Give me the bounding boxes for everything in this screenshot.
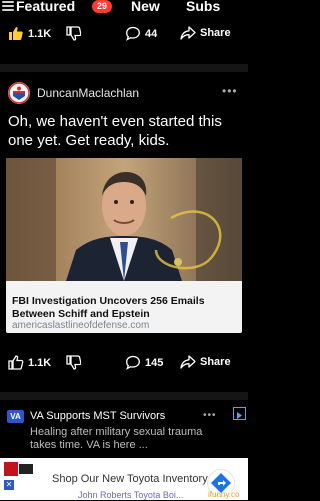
post-image[interactable]: FBI Investigation Uncovers 256 Emails Be… — [6, 158, 242, 333]
adchoices-icon[interactable] — [233, 407, 246, 420]
avatar[interactable] — [8, 82, 30, 104]
comments-button[interactable]: 44 — [125, 26, 157, 41]
like-count: 1.1K — [28, 27, 52, 40]
thumbs-down-icon — [66, 26, 81, 41]
post-caption: Oh, we haven't even started this one yet… — [8, 113, 222, 149]
thumbs-down-icon — [66, 355, 81, 370]
ad-banner-text[interactable]: Shop Our New Toyota Inventory — [52, 473, 208, 485]
ad-advertiser-badge[interactable]: VA — [7, 410, 24, 423]
comment-bubble-icon — [126, 355, 140, 370]
ad-close-icon[interactable]: ✕ — [4, 480, 14, 490]
share-label: Share — [200, 356, 231, 368]
dislike-button[interactable] — [66, 26, 81, 41]
post-actions: 1.1K 145 Share — [0, 352, 248, 374]
share-arrow-icon — [180, 26, 196, 40]
featured-count-badge: 29 — [92, 0, 113, 13]
ad-banner-subtext: John Roberts Toyota Boi... — [78, 490, 184, 500]
menu-icon[interactable] — [2, 1, 14, 11]
ad-more-options[interactable]: ••• — [203, 410, 217, 421]
post-more-options[interactable]: ••• — [222, 84, 238, 98]
post-photo — [6, 158, 242, 281]
thumbs-up-icon — [9, 27, 23, 40]
share-arrow-icon — [180, 355, 196, 369]
ad-body[interactable]: Healing after military sexual trauma tak… — [30, 426, 230, 452]
previous-post-actions: 1.1K 44 Share — [0, 23, 248, 45]
ad-divider — [0, 392, 248, 400]
post-divider — [0, 64, 248, 72]
comment-count: 44 — [145, 27, 158, 40]
tab-new[interactable]: New — [131, 0, 160, 14]
watermark: ifunny.co — [208, 490, 240, 499]
share-button[interactable]: Share — [180, 355, 231, 369]
tab-subs[interactable]: Subs — [186, 0, 220, 14]
author-name[interactable]: DuncanMaclachlan — [37, 86, 139, 100]
dislike-button[interactable] — [66, 355, 81, 370]
comment-bubble-icon — [126, 26, 140, 41]
image-source: americaslastlineofdefense.com — [12, 320, 150, 331]
share-button[interactable]: Share — [180, 26, 231, 40]
tab-featured[interactable]: Featured — [16, 0, 75, 14]
like-button[interactable]: 1.1K — [8, 26, 51, 41]
like-button[interactable]: 1.1K — [8, 355, 51, 370]
like-count: 1.1K — [28, 356, 52, 369]
comment-count: 145 — [145, 356, 164, 369]
dealer-logo-icon — [4, 462, 34, 476]
share-label: Share — [200, 27, 231, 39]
comments-button[interactable]: 145 — [125, 355, 163, 370]
image-headline: FBI Investigation Uncovers 256 Emails Be… — [12, 295, 205, 320]
ad-title[interactable]: VA Supports MST Survivors — [30, 410, 165, 422]
thumbs-up-icon — [8, 355, 24, 370]
